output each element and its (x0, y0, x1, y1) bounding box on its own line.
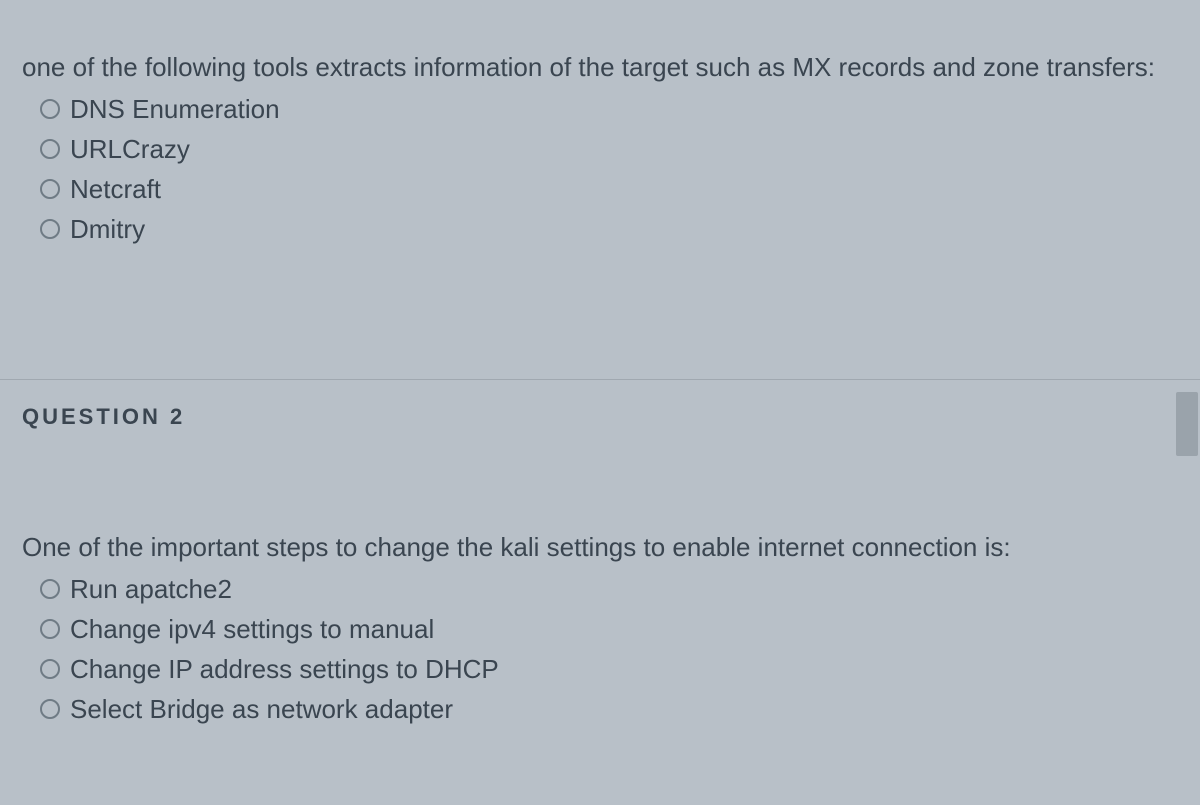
option-label: DNS Enumeration (70, 94, 280, 125)
option-label: Select Bridge as network adapter (70, 694, 453, 725)
option-row: Dmitry (40, 209, 1178, 249)
question-1-prompt: one of the following tools extracts info… (22, 50, 1178, 85)
radio-button[interactable] (40, 699, 60, 719)
question-2-options: Run apatche2 Change ipv4 settings to man… (22, 569, 1178, 729)
option-row: Select Bridge as network adapter (40, 689, 1178, 729)
option-label: Change IP address settings to DHCP (70, 654, 499, 685)
quiz-screen: one of the following tools extracts info… (0, 0, 1200, 759)
radio-button[interactable] (40, 139, 60, 159)
option-row: Run apatche2 (40, 569, 1178, 609)
radio-button[interactable] (40, 579, 60, 599)
radio-button[interactable] (40, 619, 60, 639)
option-label: URLCrazy (70, 134, 190, 165)
radio-button[interactable] (40, 659, 60, 679)
option-label: Dmitry (70, 214, 145, 245)
option-row: URLCrazy (40, 129, 1178, 169)
question-1-options: DNS Enumeration URLCrazy Netcraft Dmitry (22, 89, 1178, 249)
radio-button[interactable] (40, 179, 60, 199)
option-row: Change ipv4 settings to manual (40, 609, 1178, 649)
question-1-block: one of the following tools extracts info… (0, 0, 1200, 279)
question-2-block: One of the important steps to change the… (0, 510, 1200, 759)
option-row: Netcraft (40, 169, 1178, 209)
question-2-heading: QUESTION 2 (0, 380, 1200, 460)
scrollbar-thumb[interactable] (1176, 392, 1198, 456)
option-label: Run apatche2 (70, 574, 232, 605)
question-2-prompt: One of the important steps to change the… (22, 530, 1178, 565)
option-row: DNS Enumeration (40, 89, 1178, 129)
spacer (0, 460, 1200, 510)
option-label: Netcraft (70, 174, 161, 205)
option-row: Change IP address settings to DHCP (40, 649, 1178, 689)
option-label: Change ipv4 settings to manual (70, 614, 434, 645)
radio-button[interactable] (40, 219, 60, 239)
radio-button[interactable] (40, 99, 60, 119)
